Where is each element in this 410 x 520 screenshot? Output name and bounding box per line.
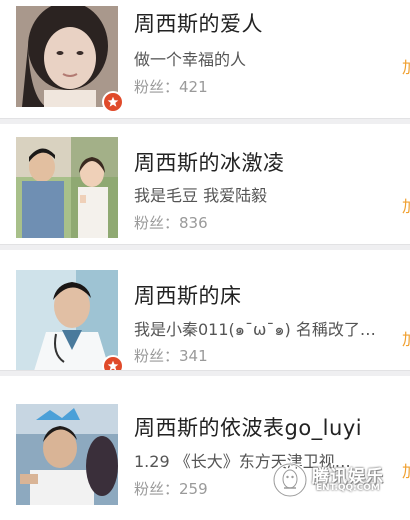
avatar-container[interactable] [16, 6, 124, 113]
row-divider [0, 370, 410, 376]
star-badge [102, 91, 124, 113]
watermark-url: ENT.QQ.COM [316, 483, 380, 493]
watermark: 腾讯娱乐 ENT.QQ.COM [272, 460, 408, 500]
star-icon [107, 96, 119, 107]
follow-button[interactable]: 加 [402, 330, 410, 350]
fans-count: 粉丝：341 [134, 347, 208, 365]
list-item[interactable]: 周西斯的爱人 做一个幸福的人 粉丝：421 加 [0, 0, 410, 124]
qq-logo-icon [272, 462, 308, 498]
fans-count: 粉丝：259 [134, 480, 208, 498]
follow-button[interactable]: 加 [402, 197, 410, 217]
user-name[interactable]: 周西斯的依波表go_luyi [134, 412, 362, 442]
user-description: 我是小秦011(๑¯ω¯๑) 名稱改了… [134, 320, 376, 339]
fans-count: 粉丝：836 [134, 214, 208, 232]
follower-list: 周西斯的爱人 做一个幸福的人 粉丝：421 加 [0, 0, 410, 520]
user-name[interactable]: 周西斯的冰激凌 [134, 147, 285, 177]
avatar[interactable] [16, 6, 118, 107]
user-name[interactable]: 周西斯的床 [134, 280, 242, 310]
avatar-container[interactable] [16, 137, 118, 238]
user-description: 我是毛豆 我爱陆毅 [134, 186, 268, 205]
follow-button[interactable]: 加 [402, 58, 410, 78]
avatar[interactable] [16, 137, 118, 238]
avatar-container[interactable] [16, 270, 124, 377]
avatar[interactable] [16, 270, 118, 371]
avatar-container[interactable] [16, 404, 118, 505]
row-divider [0, 118, 410, 124]
list-item[interactable]: 周西斯的床 我是小秦011(๑¯ω¯๑) 名稱改了… 粉丝：341 加 [0, 252, 410, 377]
list-item[interactable]: 周西斯的冰激凌 我是毛豆 我爱陆毅 粉丝：836 加 [0, 126, 410, 250]
user-name[interactable]: 周西斯的爱人 [134, 8, 263, 38]
row-divider [0, 244, 410, 250]
avatar[interactable] [16, 404, 118, 505]
fans-count: 粉丝：421 [134, 78, 208, 96]
user-description: 做一个幸福的人 [134, 50, 247, 69]
